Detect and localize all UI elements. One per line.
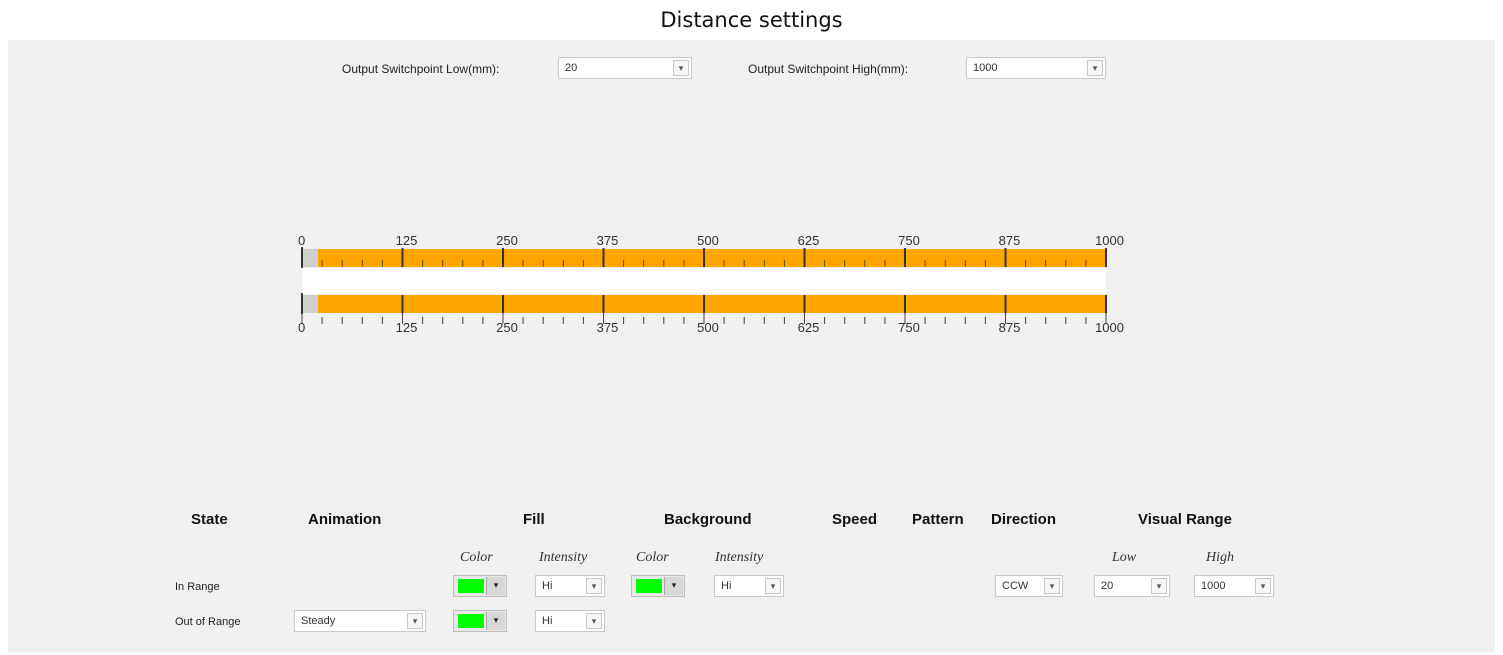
switchpoint-high-label: Output Switchpoint High(mm): xyxy=(748,62,909,76)
visual-range-low-value: 20 xyxy=(1101,580,1114,592)
switchpoint-high-value: 1000 xyxy=(973,62,998,74)
fill-color-picker[interactable]: ▾ xyxy=(453,575,507,597)
switchpoint-high-select[interactable]: 1000 ▾ xyxy=(966,57,1106,79)
direction-value: CCW xyxy=(1002,580,1029,592)
switchpoint-low-select[interactable]: 20 ▾ xyxy=(558,57,692,79)
scale-top-tick-label: 1000 xyxy=(1095,233,1124,248)
scale-bottom-tick-label: 875 xyxy=(999,320,1021,335)
scale-top-tick-label: 0 xyxy=(298,233,305,248)
scale-bottom-tick-label: 625 xyxy=(798,320,820,335)
scale-top-tick-label: 250 xyxy=(496,233,518,248)
switchpoint-low-label: Output Switchpoint Low(mm): xyxy=(342,62,500,76)
header-direction: Direction xyxy=(991,511,1057,528)
chevron-down-icon: ▾ xyxy=(586,613,602,629)
color-swatch xyxy=(636,579,662,593)
chevron-down-icon: ▾ xyxy=(673,60,689,76)
scale-bottom-tick-label: 0 xyxy=(298,320,305,335)
subheader-bg-intensity: Intensity xyxy=(715,550,764,565)
scale-bottom-tick-label: 375 xyxy=(597,320,619,335)
subheader-bg-color: Color xyxy=(636,550,669,565)
scale-out-of-range-segment xyxy=(302,295,319,313)
color-swatch xyxy=(458,579,484,593)
background-intensity-select[interactable]: Hi ▾ xyxy=(714,575,784,597)
chevron-down-icon: ▾ xyxy=(486,612,505,630)
header-pattern: Pattern xyxy=(912,511,964,528)
background-color-picker[interactable]: ▾ xyxy=(631,575,685,597)
scale-top-tick-label: 750 xyxy=(898,233,920,248)
direction-select[interactable]: CCW ▾ xyxy=(995,575,1063,597)
visual-range-high-value: 1000 xyxy=(1201,580,1226,592)
distance-range-slider[interactable]: 0 0 125 125 250 250 375 375 500 500 625 625 750 750 87… xyxy=(8,220,1495,360)
switchpoint-low-value: 20 xyxy=(565,62,578,74)
scale-bottom-tick-label: 125 xyxy=(396,320,418,335)
animation-value: Steady xyxy=(301,615,336,627)
scale-top-tick-label: 500 xyxy=(697,233,719,248)
scale-gap xyxy=(302,268,1106,294)
visual-range-high-select[interactable]: 1000 ▾ xyxy=(1194,575,1274,597)
visual-range-low-select[interactable]: 20 ▾ xyxy=(1094,575,1170,597)
chevron-down-icon: ▾ xyxy=(765,578,781,594)
header-fill: Fill xyxy=(523,511,545,528)
fill-intensity-value: Hi xyxy=(542,580,553,592)
scale-in-range-bar xyxy=(318,249,1107,267)
subheader-fill-intensity: Intensity xyxy=(539,550,588,565)
fill-intensity-select[interactable]: Hi ▾ xyxy=(535,575,605,597)
chevron-down-icon: ▾ xyxy=(586,578,602,594)
subheader-visual-range-low: Low xyxy=(1112,550,1137,565)
header-state: State xyxy=(191,511,228,528)
settings-panel: Output Switchpoint Low(mm): 20 ▾ Output … xyxy=(8,40,1495,652)
scale-top-tick-label: 375 xyxy=(597,233,619,248)
subheader-fill-color: Color xyxy=(460,550,493,565)
scale-top-tick-label: 125 xyxy=(396,233,418,248)
header-background: Background xyxy=(664,511,752,528)
scale-bottom-tick-label: 500 xyxy=(697,320,719,335)
scale-bottom-tick-label: 250 xyxy=(496,320,518,335)
header-speed: Speed xyxy=(832,511,878,528)
state-label: In Range xyxy=(175,581,220,593)
fill-intensity-value: Hi xyxy=(542,615,553,627)
chevron-down-icon: ▾ xyxy=(1255,578,1271,594)
page-title: Distance settings xyxy=(660,8,843,32)
chevron-down-icon: ▾ xyxy=(1087,60,1103,76)
chevron-down-icon: ▾ xyxy=(1151,578,1167,594)
scale-in-range-bar xyxy=(318,295,1107,313)
chevron-down-icon: ▾ xyxy=(664,577,683,595)
scale-bottom-tick-label: 750 xyxy=(898,320,920,335)
subheader-visual-range-high: High xyxy=(1206,550,1234,565)
background-intensity-value: Hi xyxy=(721,580,732,592)
chevron-down-icon: ▾ xyxy=(1044,578,1060,594)
header-animation: Animation xyxy=(308,511,382,528)
chevron-down-icon: ▾ xyxy=(486,577,505,595)
scale-bottom-tick-label: 1000 xyxy=(1095,320,1124,335)
animation-select[interactable]: Steady ▾ xyxy=(294,610,426,632)
state-label: Out of Range xyxy=(175,616,241,628)
fill-intensity-select[interactable]: Hi ▾ xyxy=(535,610,605,632)
chevron-down-icon: ▾ xyxy=(407,613,423,629)
scale-out-of-range-segment xyxy=(302,249,319,267)
color-swatch xyxy=(458,614,484,628)
scale-top-tick-label: 625 xyxy=(798,233,820,248)
scale-top-tick-label: 875 xyxy=(999,233,1021,248)
header-visual-range: Visual Range xyxy=(1138,511,1232,528)
fill-color-picker[interactable]: ▾ xyxy=(453,610,507,632)
